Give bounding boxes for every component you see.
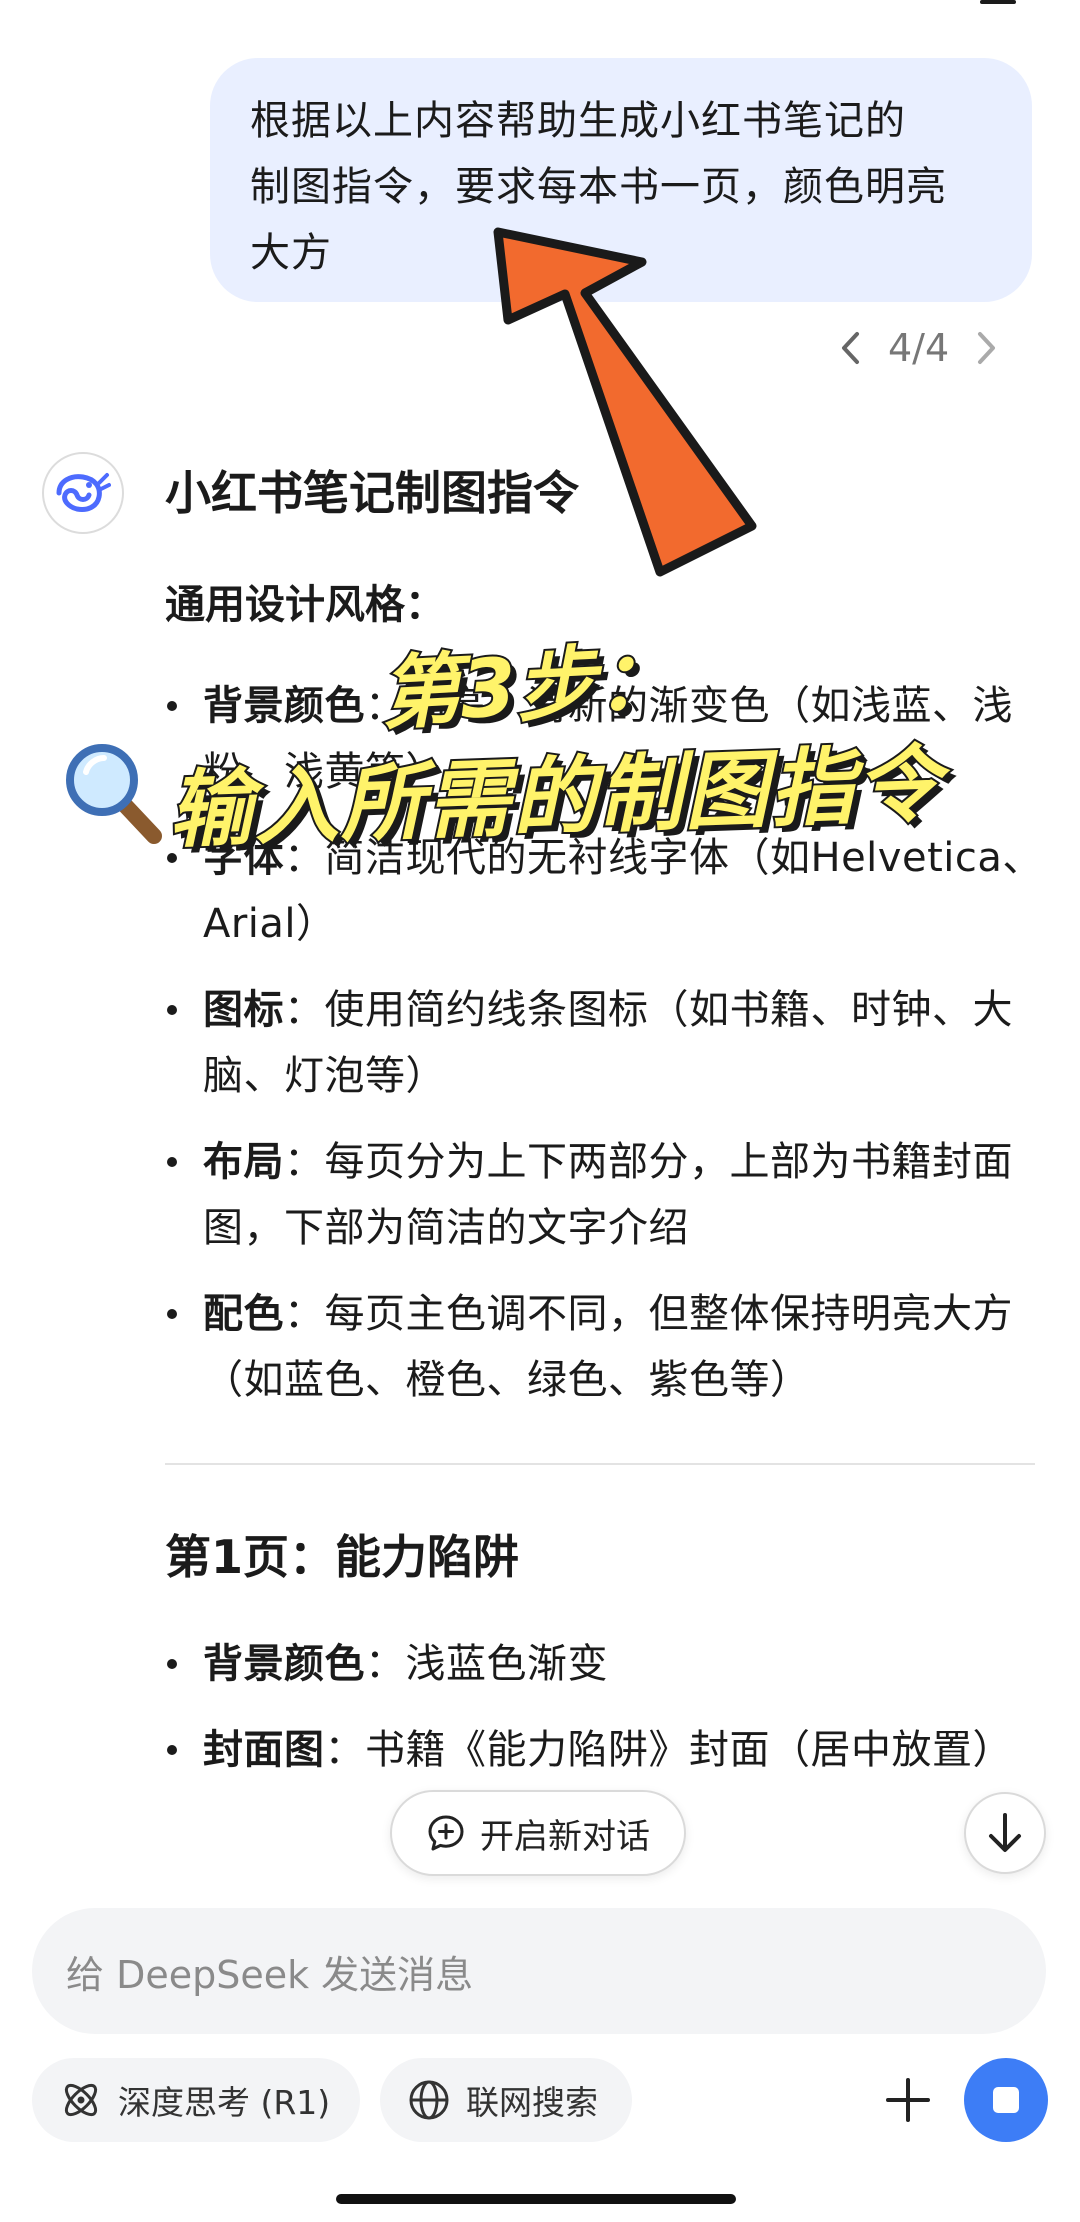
list-item: 字体：简洁现代的无衬线字体（如Helvetica、Arial） (165, 825, 1045, 957)
scroll-to-bottom-button[interactable] (964, 1792, 1046, 1874)
globe-icon (409, 2080, 449, 2120)
user-message-line: 根据以上内容帮助生成小红书笔记的 (250, 98, 906, 144)
arrow-down-icon (989, 1813, 1021, 1852)
list-item: 背景颜色：明亮、清新的渐变色（如浅蓝、浅粉、浅黄等） (165, 673, 1045, 805)
deepseek-avatar (42, 452, 124, 534)
new-chat-button[interactable]: 开启新对话 (390, 1790, 686, 1876)
web-search-toggle[interactable]: 联网搜索 (380, 2058, 632, 2142)
home-indicator (336, 2194, 736, 2204)
status-indicator (980, 0, 1016, 4)
web-search-label: 联网搜索 (466, 2083, 598, 2122)
user-message-line: 大方 (250, 230, 332, 276)
general-style-list: 背景颜色：明亮、清新的渐变色（如浅蓝、浅粉、浅黄等） 字体：简洁现代的无衬线字体… (165, 673, 1045, 1413)
user-message-bubble[interactable]: 根据以上内容帮助生成小红书笔记的 制图指令，要求每本书一页，颜色明亮 大方 (210, 58, 1032, 302)
chevron-left-icon[interactable] (830, 328, 870, 368)
message-input[interactable]: 给 DeepSeek 发送消息 (32, 1908, 1046, 2034)
assistant-response: 小红书笔记制图指令 通用设计风格： 背景颜色：明亮、清新的渐变色（如浅蓝、浅粉、… (165, 455, 1045, 1803)
chevron-right-icon[interactable] (967, 328, 1007, 368)
response-title: 小红书笔记制图指令 (165, 466, 579, 520)
new-chat-icon (428, 1815, 464, 1851)
deep-think-toggle[interactable]: 深度思考 (R1) (32, 2058, 360, 2142)
deep-think-label: 深度思考 (R1) (118, 2083, 331, 2122)
plus-icon (886, 2078, 930, 2122)
user-message-line: 制图指令，要求每本书一页，颜色明亮 (250, 164, 947, 210)
list-item: 布局：每页分为上下两部分，上部为书籍封面图，下部为简洁的文字介绍 (165, 1129, 1045, 1261)
deepseek-whale-icon (56, 473, 111, 512)
section-divider (165, 1463, 1035, 1465)
general-style-heading: 通用设计风格： (165, 582, 445, 628)
magnifier-icon (66, 744, 162, 844)
stop-generation-button[interactable] (964, 2058, 1048, 2142)
list-item: 图标：使用简约线条图标（如书籍、时钟、大脑、灯泡等） (165, 977, 1045, 1109)
attach-button[interactable] (868, 2060, 948, 2140)
page1-list: 背景颜色：浅蓝色渐变 封面图：书籍《能力陷阱》封面（居中放置） (165, 1631, 1045, 1783)
message-input-placeholder: 给 DeepSeek 发送消息 (66, 1952, 474, 1997)
list-item: 封面图：书籍《能力陷阱》封面（居中放置） (165, 1717, 1045, 1783)
list-item: 背景颜色：浅蓝色渐变 (165, 1631, 1045, 1697)
stop-icon (993, 2087, 1019, 2113)
page1-heading: 第1页：能力陷阱 (165, 1530, 520, 1584)
message-pager: 4/4 (830, 318, 1007, 378)
atom-icon (64, 2083, 98, 2117)
new-chat-label: 开启新对话 (480, 1816, 650, 1857)
list-item: 配色：每页主色调不同，但整体保持明亮大方（如蓝色、橙色、绿色、紫色等） (165, 1281, 1045, 1413)
pager-count: 4/4 (888, 326, 950, 370)
